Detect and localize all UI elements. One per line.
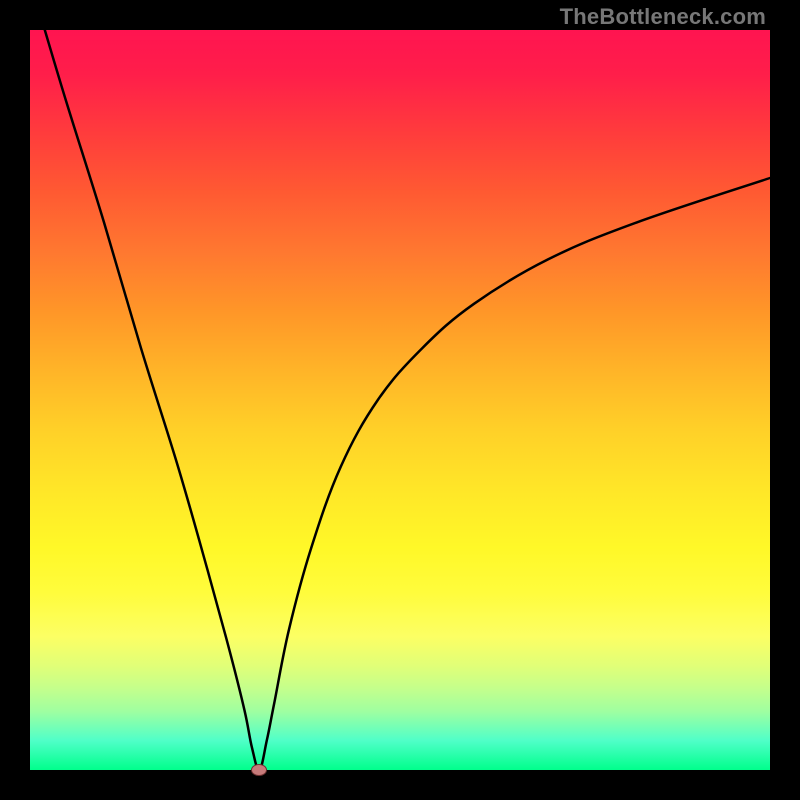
bottleneck-curve: [30, 30, 770, 770]
optimal-point-marker: [251, 764, 267, 776]
plot-area: [30, 30, 770, 770]
watermark-text: TheBottleneck.com: [560, 4, 766, 30]
chart-frame: TheBottleneck.com: [0, 0, 800, 800]
curve-path: [45, 30, 770, 770]
